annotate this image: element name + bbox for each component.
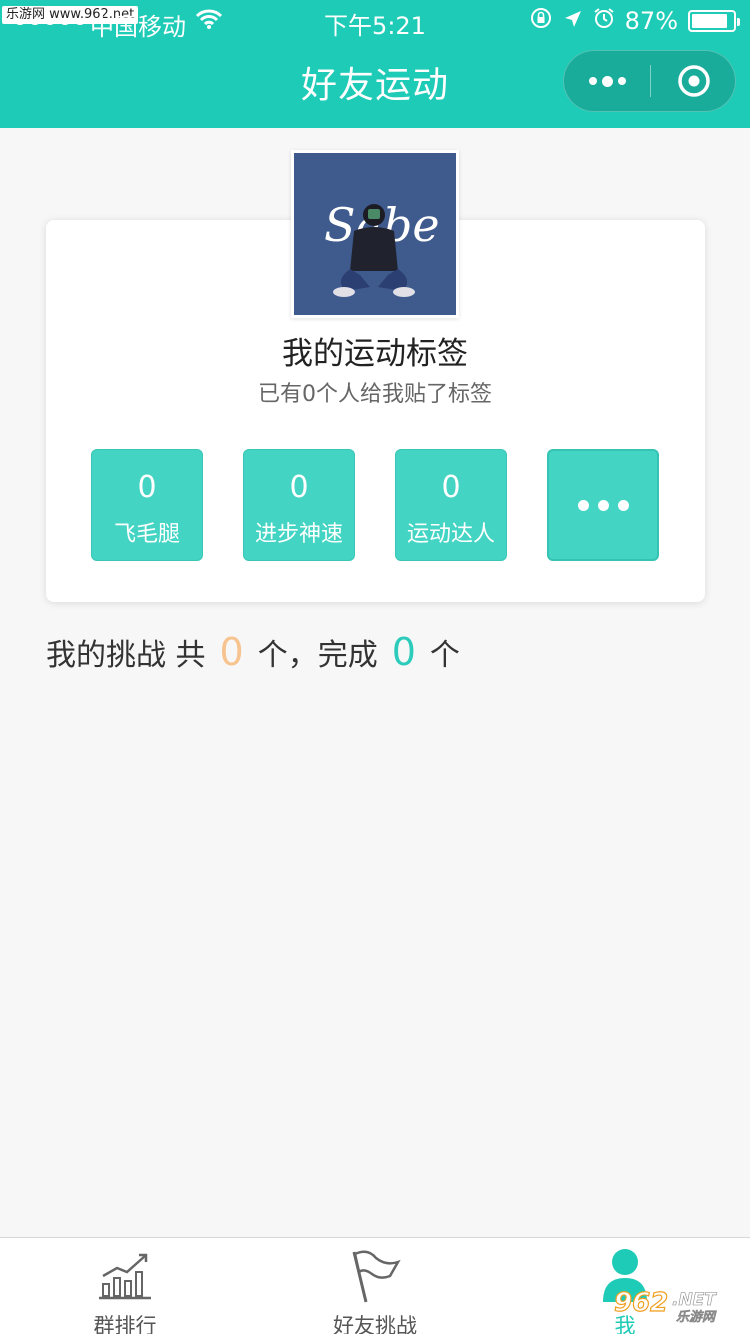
svg-text:962: 962: [614, 1288, 668, 1318]
flag-icon: [250, 1246, 500, 1304]
avatar-image: Sabe: [294, 153, 456, 315]
status-bar: 乐游网 www.962.net 中国移动 下午5:21 87%: [0, 0, 750, 41]
sport-tags-subtitle: 已有0个人给我贴了标签: [258, 382, 492, 407]
tag-label: 运动达人: [406, 522, 495, 547]
bar-chart-icon: [0, 1246, 250, 1302]
more-dots-icon: [588, 77, 597, 85]
challenge-done: 0: [391, 630, 416, 674]
tag-count: 0: [441, 470, 461, 505]
alarm-icon: [593, 7, 615, 35]
battery-icon: [688, 10, 740, 32]
rotation-lock-icon: [529, 6, 553, 36]
close-button[interactable]: [651, 51, 737, 111]
battery-percent: 87%: [624, 7, 678, 35]
tab-group-ranking[interactable]: 群排行: [0, 1238, 250, 1334]
tag-label: 飞毛腿: [113, 522, 180, 547]
tag-label: 进步神速: [254, 522, 343, 547]
tag-count: 0: [137, 470, 157, 505]
tab-friend-challenge[interactable]: 好友挑战: [250, 1238, 500, 1334]
more-button[interactable]: [564, 51, 650, 111]
location-icon: [563, 7, 583, 35]
challenge-prefix: 我的挑战 共: [46, 638, 206, 673]
more-dots-icon: [577, 499, 589, 511]
challenge-middle: 个，完成: [257, 638, 378, 673]
svg-text:.NET: .NET: [672, 1290, 717, 1310]
mini-program-capsule: [563, 50, 736, 112]
challenge-suffix: 个: [429, 638, 460, 673]
header: 乐游网 www.962.net 中国移动 下午5:21 87% 好友运动: [0, 0, 750, 128]
tab-label: 好友挑战: [333, 1314, 417, 1334]
svg-text:乐游网: 乐游网: [676, 1309, 717, 1323]
avatar[interactable]: Sabe: [291, 150, 459, 318]
more-tags-button[interactable]: [547, 449, 659, 561]
tag-rapid-progress[interactable]: 0 进步神速: [243, 449, 355, 561]
tag-flying-legs[interactable]: 0 飞毛腿: [91, 449, 203, 561]
challenge-summary: 我的挑战 共 0 个，完成 0 个: [46, 630, 460, 674]
watermark-logo: 962 .NET 乐游网: [612, 1283, 744, 1325]
tab-label: 群排行: [93, 1314, 157, 1334]
tag-sport-master[interactable]: 0 运动达人: [395, 449, 507, 561]
challenge-total: 0: [219, 630, 244, 674]
sport-tags-title: 我的运动标签: [282, 336, 468, 372]
status-right: 87%: [529, 6, 740, 36]
target-close-icon: [678, 65, 710, 97]
tag-count: 0: [289, 470, 309, 505]
